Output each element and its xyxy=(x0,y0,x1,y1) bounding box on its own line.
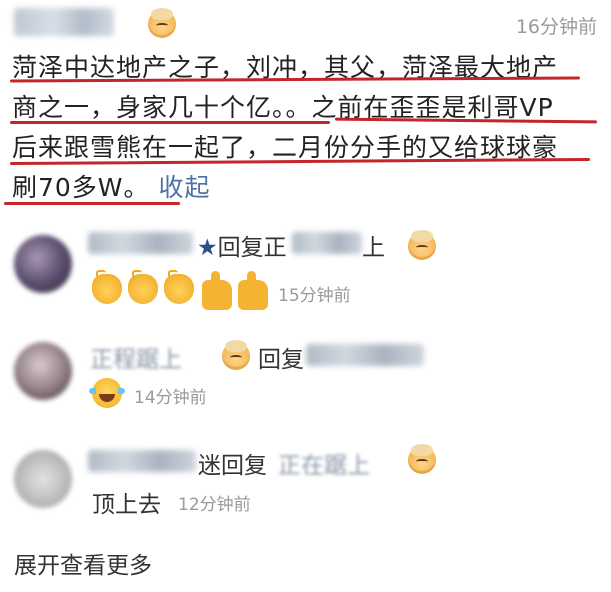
clap-emoji-icon xyxy=(128,270,158,304)
clap-emoji-icon xyxy=(92,270,122,304)
collapse-link[interactable]: 收起 xyxy=(158,173,210,202)
commenter-name-blurred[interactable] xyxy=(14,8,114,36)
reply-2-timestamp: 14分钟前 xyxy=(134,388,207,408)
thumbs-up-emoji-icon xyxy=(238,271,268,310)
reply-2-old-person-emoji-icon xyxy=(222,340,250,370)
reply-2-reply-word: 回复 xyxy=(258,347,304,373)
reply-2-name[interactable]: 正程踞上 xyxy=(90,340,182,374)
comment-text-line-4: 刷70多W。 收起 xyxy=(12,168,211,204)
reply-1-target-blurred[interactable] xyxy=(292,232,362,254)
reply-1-timestamp: 15分钟前 xyxy=(278,286,351,306)
reply-1-old-person-emoji-icon xyxy=(408,230,436,260)
laughing-tears-emoji-icon xyxy=(89,378,125,408)
thumbs-up-emoji-icon xyxy=(202,271,232,310)
reply-1-target-suffix: 上 xyxy=(362,235,385,261)
expand-more-link[interactable]: 展开查看更多 xyxy=(14,546,152,580)
star-icon: ★ xyxy=(197,235,218,261)
reply-2-target-blurred[interactable] xyxy=(306,344,424,366)
reply-3-target[interactable]: 正在踞上 xyxy=(278,446,370,480)
red-underline-2a xyxy=(10,121,330,124)
reply-3-text: 顶上去 xyxy=(92,492,161,518)
reply-1-header: ★回复正 xyxy=(197,228,287,262)
clap-emoji-icon xyxy=(164,270,194,304)
comment-timestamp: 16分钟前 xyxy=(515,16,597,38)
reply-1-reply-word: 回复 xyxy=(217,235,264,261)
reply-1-name-blurred[interactable] xyxy=(88,232,193,254)
reply-2-avatar[interactable] xyxy=(14,342,72,400)
reply-3-name-blurred[interactable] xyxy=(88,450,196,472)
reply-3-timestamp: 12分钟前 xyxy=(178,495,251,515)
comment-text-last: 刷70多W。 xyxy=(12,173,150,202)
reply-3-reply-word: 迷回复 xyxy=(198,453,267,479)
red-underline-4 xyxy=(4,202,180,205)
reply-3-old-person-emoji-icon xyxy=(408,444,436,474)
reply-3-avatar[interactable] xyxy=(14,450,72,508)
reply-1-avatar[interactable] xyxy=(14,235,72,293)
old-person-emoji-icon xyxy=(148,8,176,38)
reply-1-target-prefix: 正 xyxy=(263,235,287,261)
